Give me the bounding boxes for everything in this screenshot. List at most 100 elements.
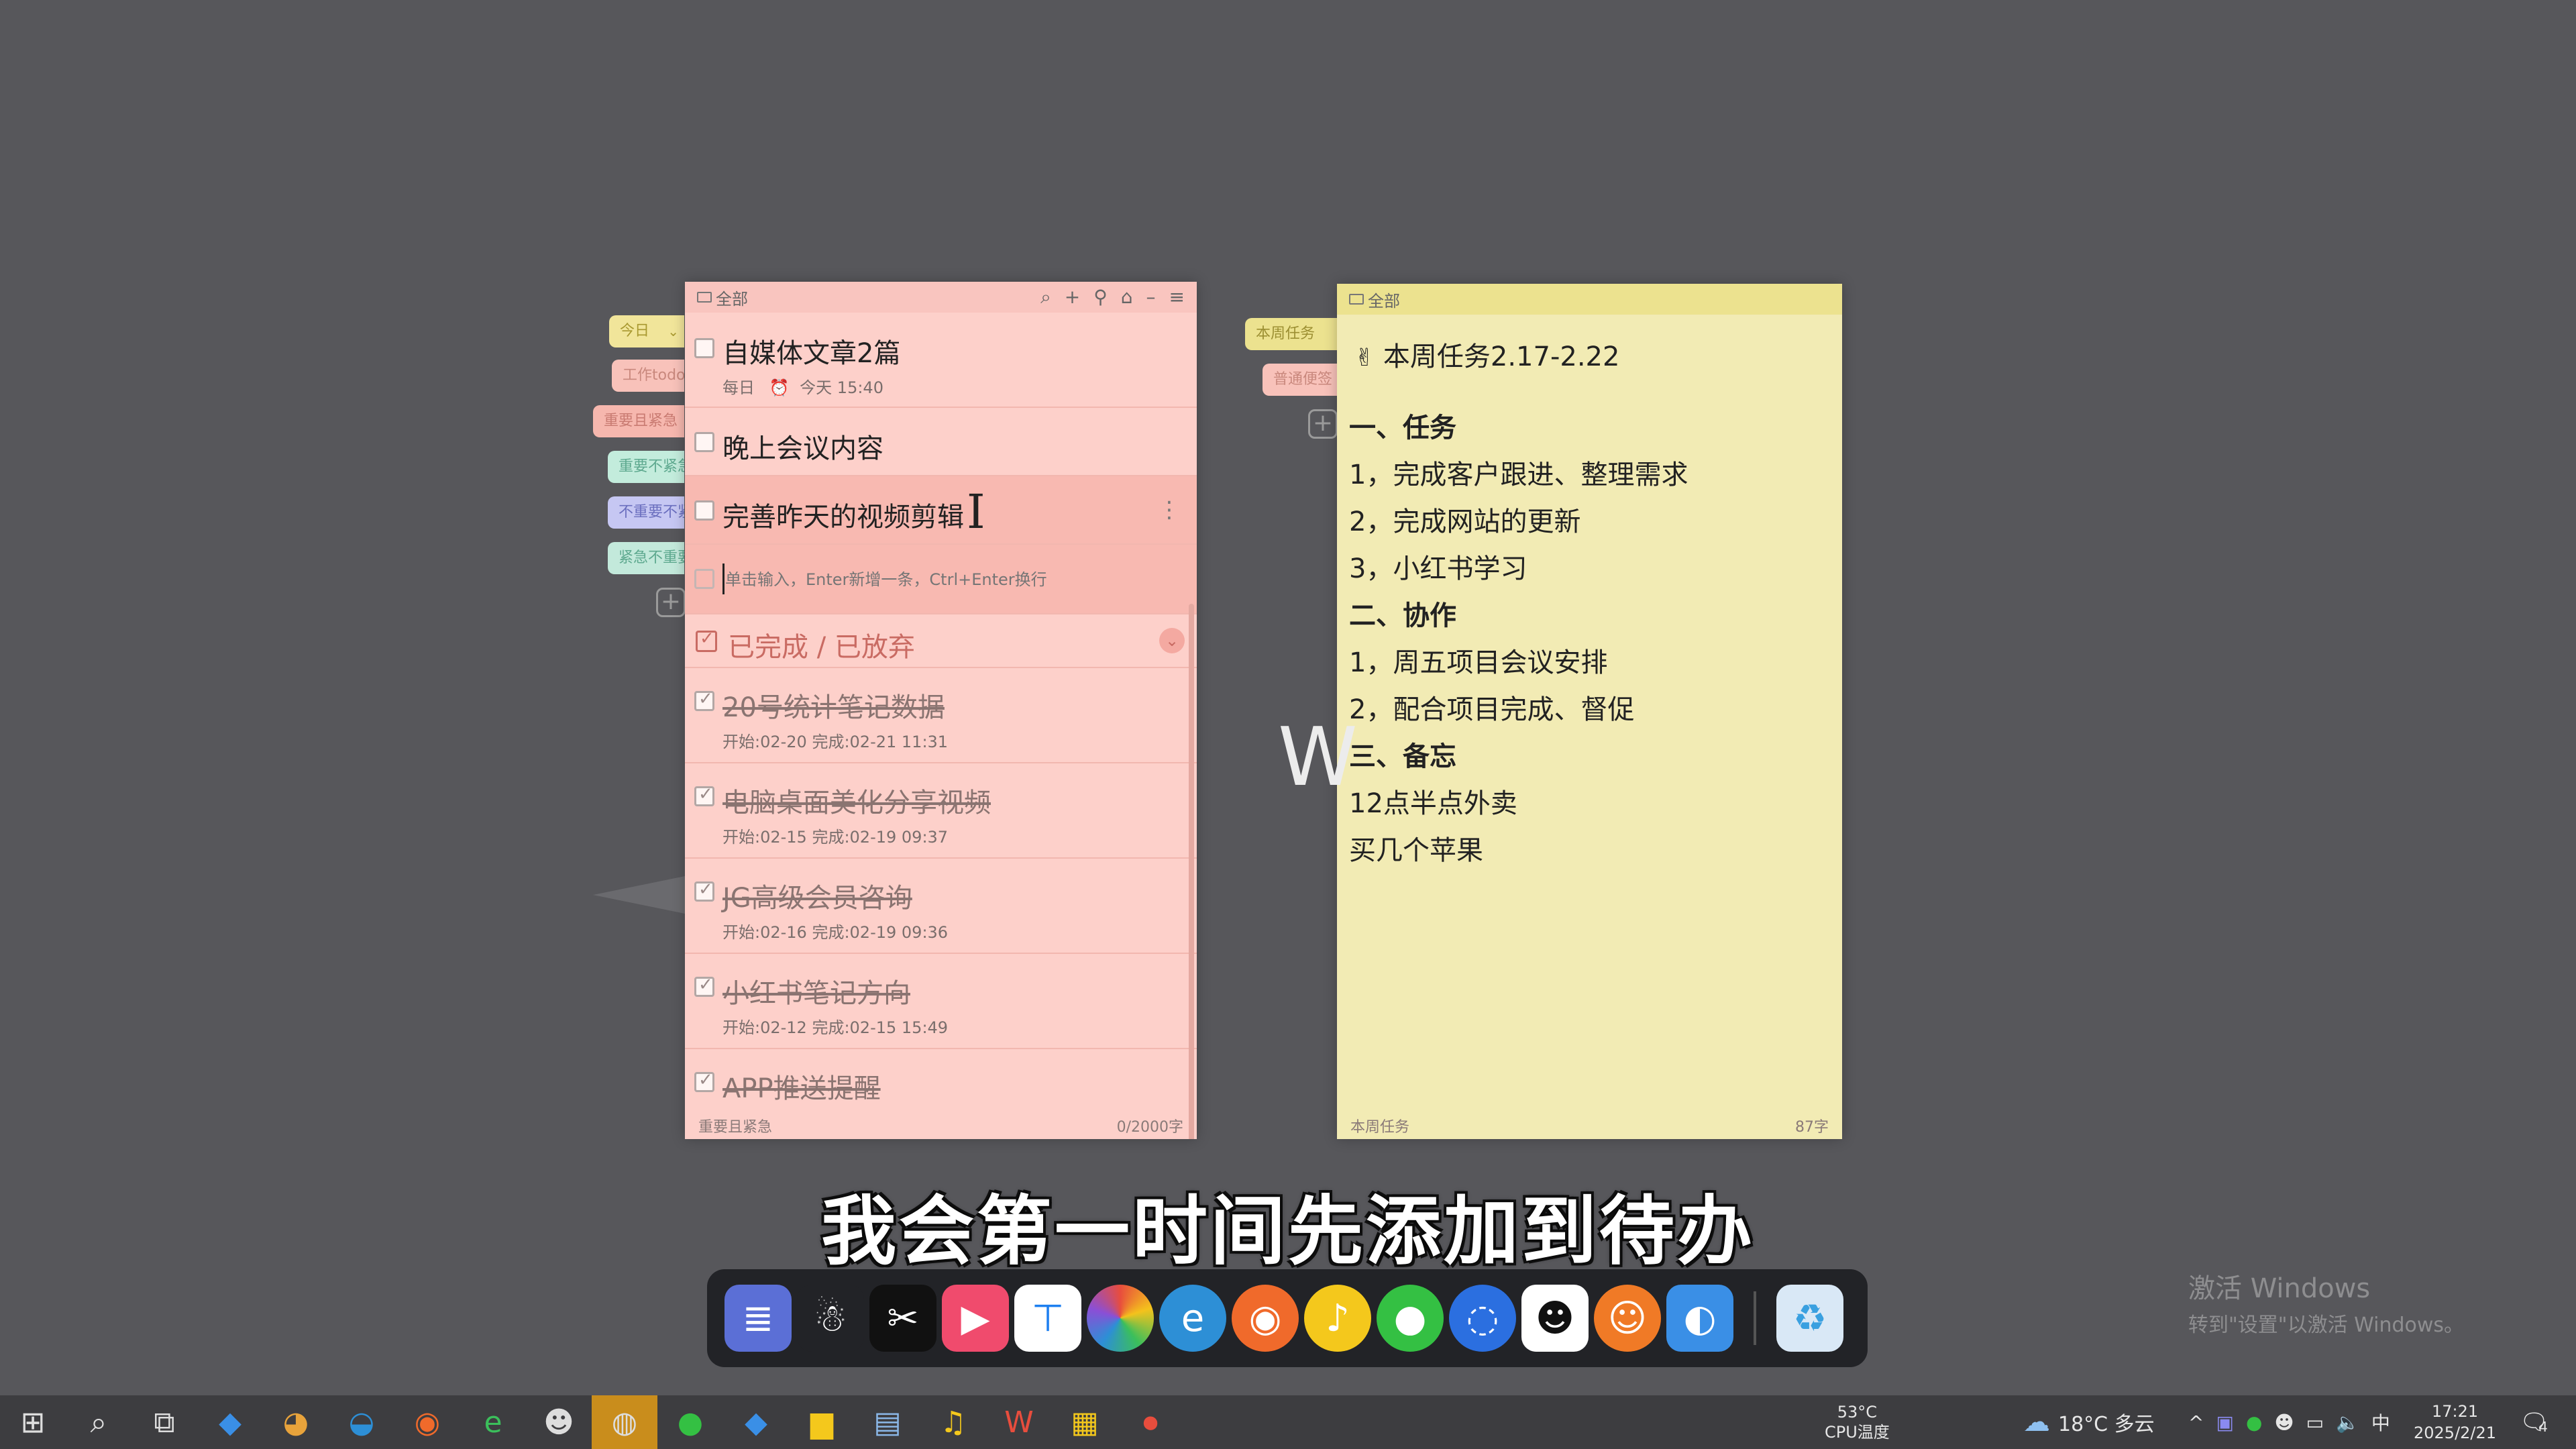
recycle-bin-icon[interactable]: ♻ [1776, 1285, 1843, 1352]
weather[interactable]: ☁ 18°C 多云 [2023, 1395, 2155, 1449]
skin-icon[interactable]: ⌂ [1121, 286, 1133, 309]
notepad-icon[interactable]: ▤ [855, 1395, 920, 1449]
store-icon[interactable]: ▦ [1052, 1395, 1118, 1449]
search-icon[interactable]: ⌕ [1040, 286, 1051, 309]
chat-bubble-icon[interactable]: ◌ [1449, 1285, 1516, 1352]
more-options-icon[interactable]: ⋮ [1158, 496, 1181, 523]
firefox-icon[interactable]: ◉ [394, 1395, 460, 1449]
qq-icon[interactable]: ☻ [526, 1395, 592, 1449]
note-window-title: 全部 [1368, 291, 1400, 311]
note-title-bar[interactable]: 全部 [1337, 284, 1842, 315]
done-item[interactable]: 20号统计笔记数据 开始:02-20 完成:02-21 11:31 [685, 668, 1197, 763]
feishu-icon[interactable]: ◆ [723, 1395, 789, 1449]
cpu-temp-value: 53°C [1837, 1403, 1878, 1421]
todo-item[interactable]: 晚上会议内容 [685, 408, 1197, 476]
edge-icon[interactable]: e [1159, 1285, 1226, 1352]
edge-icon[interactable]: ◒ [329, 1395, 394, 1449]
todo-checkbox[interactable] [694, 338, 714, 358]
qq-music-icon[interactable]: ♫ [920, 1395, 986, 1449]
new-todo-row[interactable] [685, 545, 1197, 614]
qq-icon[interactable]: ☻ [1521, 1285, 1589, 1352]
clock[interactable]: 17:21 2025/2/21 [2414, 1395, 2496, 1449]
task-view-icon[interactable]: ⧉ [131, 1395, 197, 1449]
wechat-icon[interactable]: ● [1377, 1285, 1444, 1352]
sticky-notes-app-icon[interactable]: ◍ [592, 1395, 657, 1449]
minimize-icon[interactable]: – [1146, 286, 1156, 309]
notification-count: 4 [2539, 1419, 2548, 1435]
notes-icon[interactable]: ≣ [724, 1285, 792, 1352]
wechat-icon[interactable]: ● [657, 1395, 723, 1449]
side-tab-important-urgent[interactable]: 重要且紧急 [593, 405, 684, 437]
side-tab-weekly[interactable]: 本周任务 [1245, 318, 1337, 350]
done-checkbox[interactable] [694, 689, 714, 711]
file-explorer-icon[interactable]: ▆ [789, 1395, 855, 1449]
todo-item-hovered[interactable]: 完善昨天的视频剪辑 I ⋮ [685, 476, 1197, 545]
folder-icon [697, 292, 712, 303]
side-tab-not-important[interactable]: 不重要不紧急 [608, 496, 684, 529]
chevron-up-icon[interactable]: ^ [2188, 1411, 2204, 1434]
todo-item-title: 晚上会议内容 [722, 433, 883, 464]
volume-icon[interactable]: 🔈 [2336, 1411, 2359, 1434]
done-checkbox[interactable] [694, 784, 714, 806]
record-icon[interactable]: ⏺ [1118, 1395, 1183, 1449]
browser-icon[interactable]: e [460, 1395, 526, 1449]
done-item-title: 电脑桌面美化分享视频 [722, 788, 991, 818]
side-tab-today[interactable]: 今日 ⌄ [609, 315, 684, 347]
new-todo-input[interactable] [725, 565, 1168, 594]
todo-checkbox[interactable] [694, 432, 714, 452]
side-tab-important-not-urgent[interactable]: 重要不紧急 [608, 451, 684, 483]
qq-tray-icon[interactable]: ☻ [2274, 1411, 2294, 1434]
tencent-meeting-icon[interactable]: ⊤ [1014, 1285, 1081, 1352]
done-item[interactable]: APP推送提醒 [685, 1049, 1197, 1114]
todo-title-bar[interactable]: 全部 ⌕ + ⚲ ⌂ – ≡ [685, 282, 1197, 313]
activate-subtitle: 转到"设置"以激活 Windows。 [2188, 1313, 2465, 1337]
mascot-icon[interactable]: ☃ [797, 1285, 864, 1352]
todo-item[interactable]: 自媒体文章2篇 每日 ⏰ 今天 15:40 [685, 313, 1197, 408]
firefox-icon[interactable]: ◉ [1232, 1285, 1299, 1352]
todo-checkbox[interactable] [694, 500, 714, 521]
wps-icon[interactable]: W [986, 1395, 1052, 1449]
done-item[interactable]: JG高级会员咨询 开始:02-16 完成:02-19 09:36 [685, 859, 1197, 954]
capcut-icon[interactable]: ✂ [869, 1285, 936, 1352]
color-picker-icon[interactable] [1087, 1285, 1154, 1352]
pin-icon[interactable]: ⚲ [1093, 286, 1108, 309]
note-heading[interactable]: ✌ 本周任务2.17-2.22 [1337, 315, 1842, 374]
done-checkbox[interactable] [694, 1070, 714, 1092]
done-item[interactable]: 小红书笔记方向 开始:02-12 完成:02-15 15:49 [685, 954, 1197, 1049]
todo-checkbox [694, 569, 714, 589]
menu-icon[interactable]: ≡ [1169, 286, 1185, 309]
side-tab-label: 普通便签 [1273, 371, 1333, 388]
done-checkbox[interactable] [694, 975, 714, 997]
chevron-down-icon[interactable]: ⌄ [1159, 628, 1185, 653]
app-dock: ≣ ☃ ✂ ▶ ⊤ e ◉ ♪ ● ◌ ☻ ☺ ◐ ♻ [707, 1269, 1868, 1367]
chevron-down-icon: ⌄ [667, 323, 679, 339]
todo-footer: 重要且紧急 0/2000字 [685, 1108, 1197, 1139]
chrome-icon[interactable]: ◕ [263, 1395, 329, 1449]
activate-title: 激活 Windows [2188, 1273, 2371, 1304]
add-tab-button[interactable]: + [1308, 409, 1338, 439]
done-checkbox[interactable] [694, 879, 714, 902]
feishu-icon[interactable]: ◆ [197, 1395, 263, 1449]
cpu-temp[interactable]: 53°C CPU温度 [1825, 1395, 1890, 1449]
done-item[interactable]: 电脑桌面美化分享视频 开始:02-15 完成:02-19 09:37 [685, 763, 1197, 859]
add-tab-button[interactable]: + [656, 588, 686, 617]
wechat-tray-icon[interactable]: ● [2246, 1411, 2262, 1434]
cpu-temp-label: CPU温度 [1825, 1423, 1890, 1442]
ime-indicator[interactable]: 中 [2371, 1409, 2390, 1436]
raccoon-icon[interactable]: ☺ [1594, 1285, 1661, 1352]
side-tab-normal-note[interactable]: 普通便签 [1263, 364, 1337, 396]
search-icon[interactable]: ⌕ [66, 1395, 131, 1449]
finder-icon[interactable]: ◐ [1666, 1285, 1733, 1352]
side-tab-work[interactable]: 工作todo [612, 360, 684, 392]
notification-center[interactable]: 🗨 4 [2520, 1395, 2548, 1449]
tray-app-icon[interactable]: ▣ [2216, 1411, 2233, 1434]
video-editor-icon[interactable]: ▶ [942, 1285, 1009, 1352]
note-body[interactable]: 一、任务 1，完成客户跟进、整理需求 2，完成网站的更新 3，小红书学习 二、协… [1337, 374, 1842, 874]
scrollbar[interactable] [1189, 604, 1194, 1139]
side-tab-urgent-not-important[interactable]: 紧急不重要 [608, 542, 684, 574]
windows-start-icon[interactable]: ⊞ [0, 1395, 66, 1449]
network-icon[interactable]: ▭ [2306, 1411, 2324, 1434]
add-icon[interactable]: + [1065, 286, 1080, 309]
music-icon[interactable]: ♪ [1304, 1285, 1371, 1352]
completed-section-header[interactable]: 已完成 / 已放弃 ⌄ [685, 614, 1197, 668]
